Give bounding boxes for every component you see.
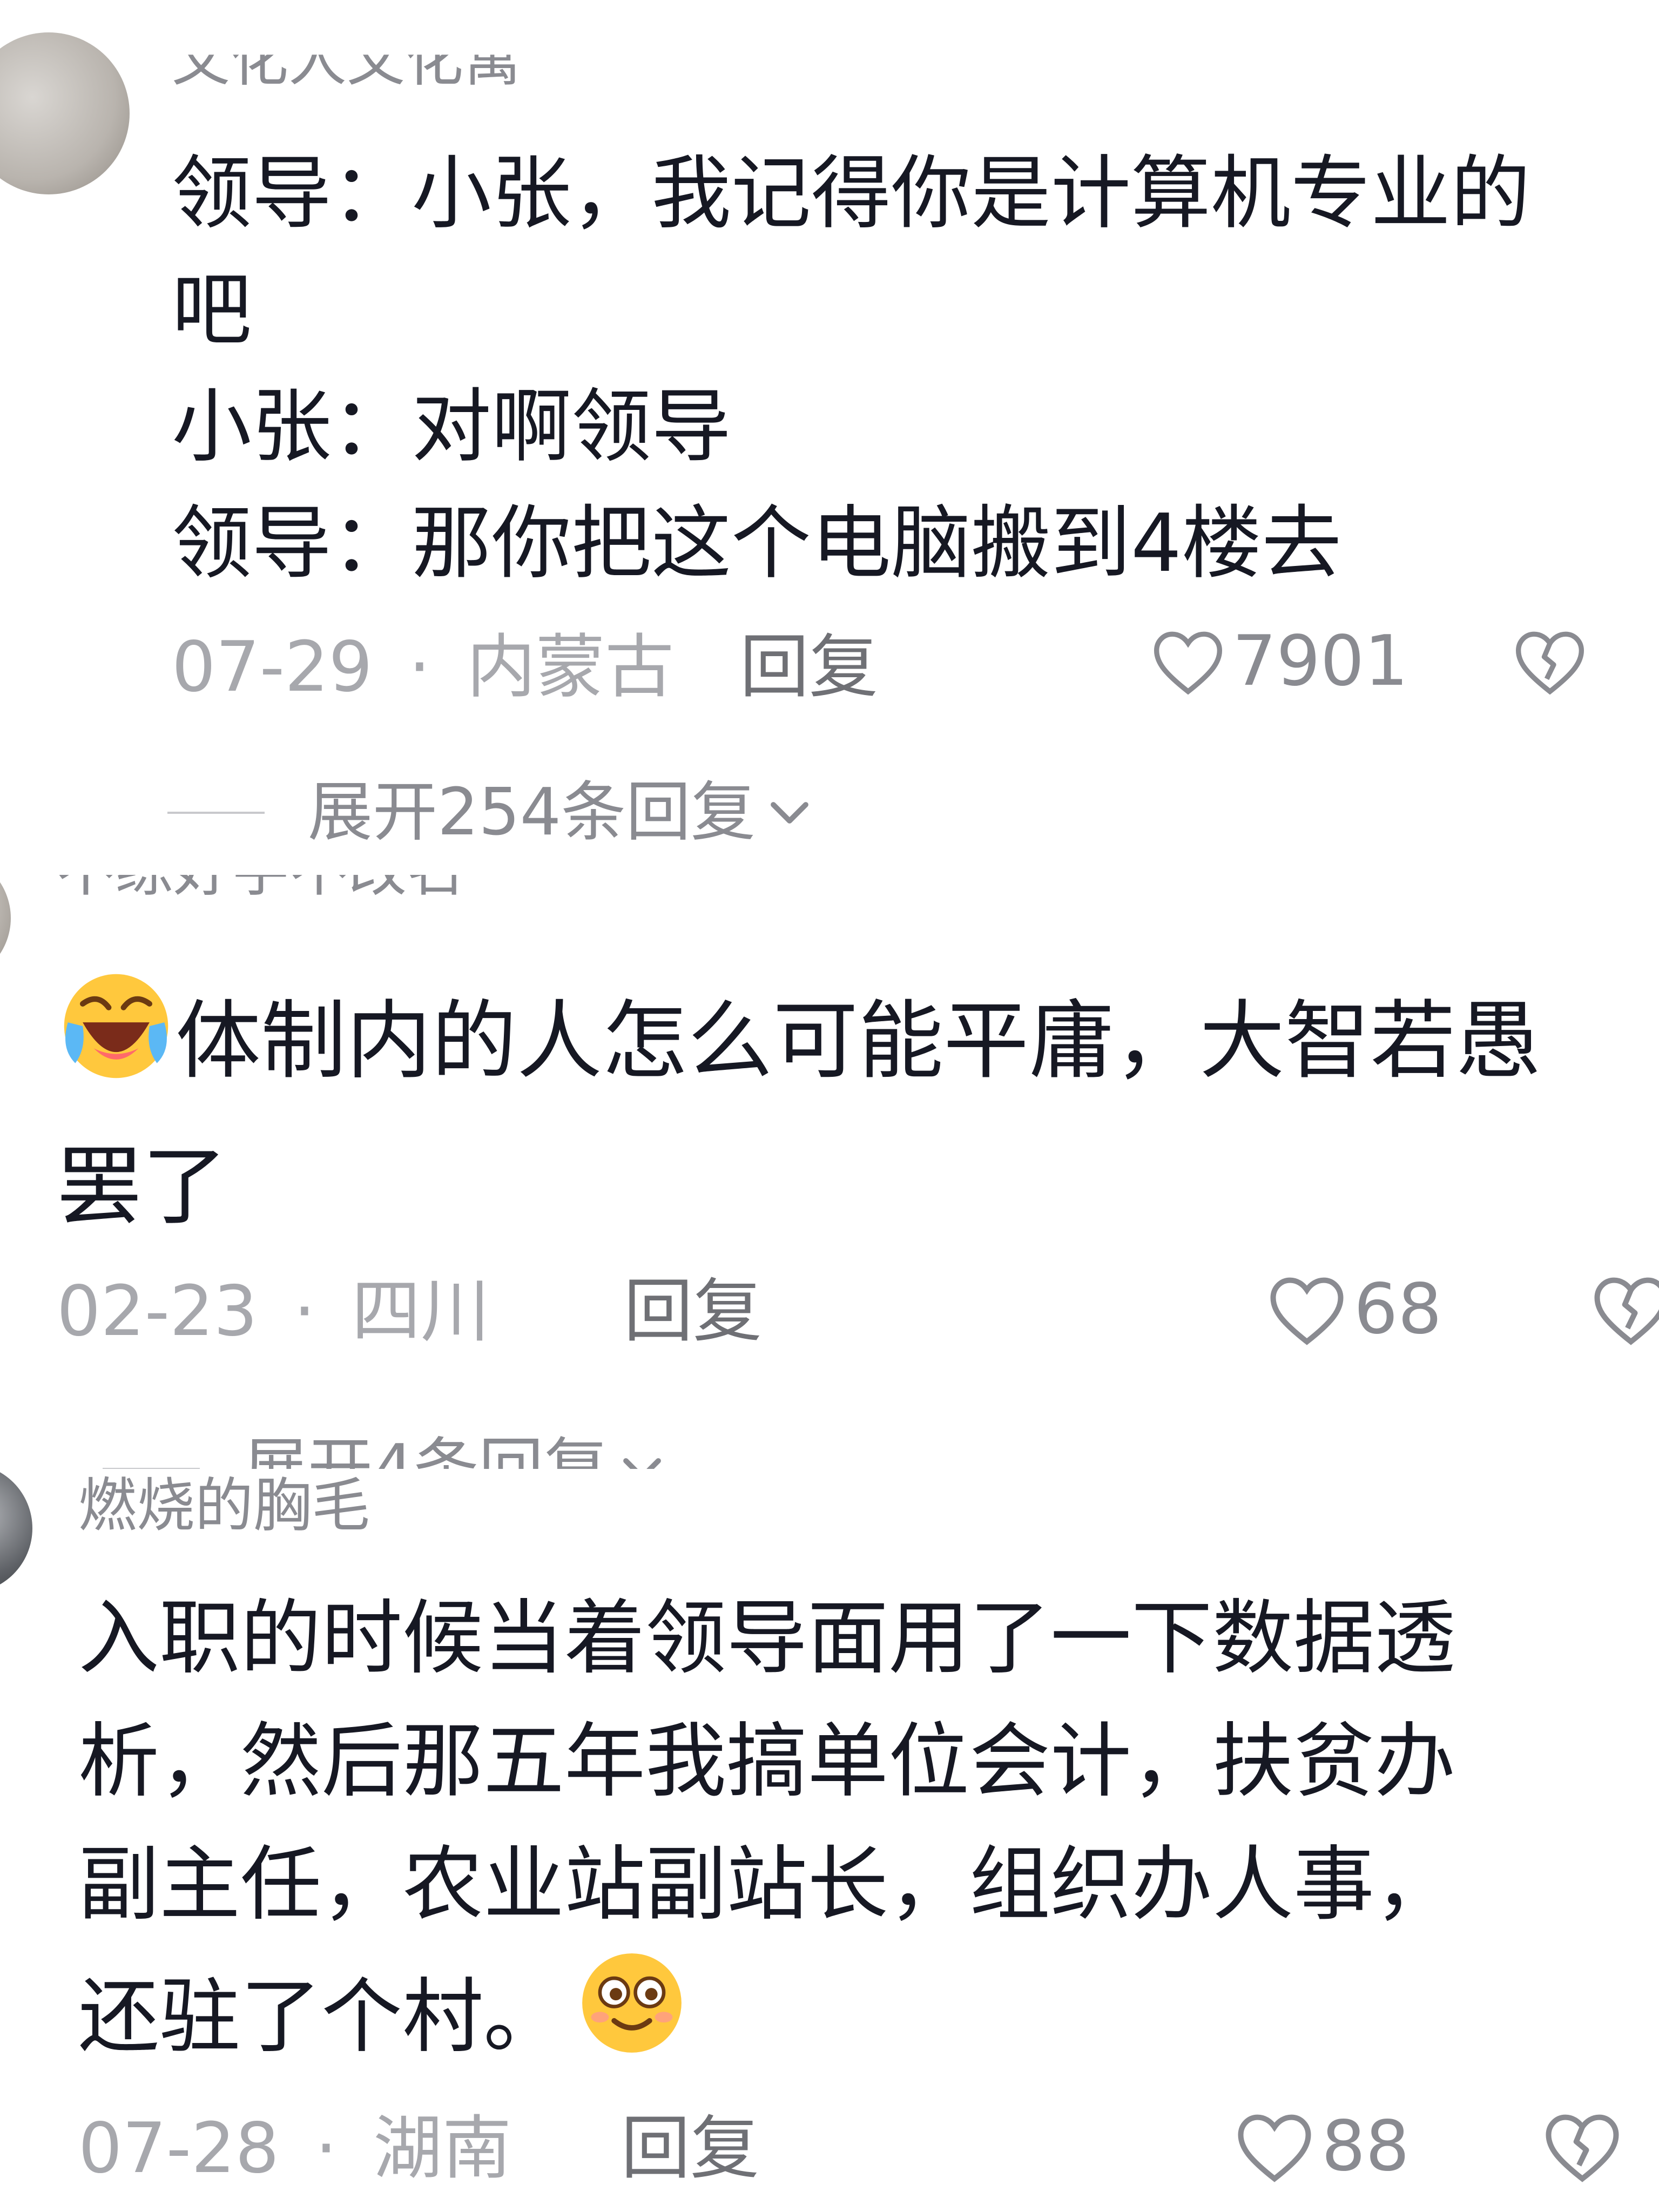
comment-line: 还驻了个村。 [78,1946,1455,2079]
comment-meta: 07-29 · 内蒙古 [172,633,674,702]
comment-line: 领导：小张，我记得你是计算机专业的 [172,147,1530,240]
comment-line: 小张：对啊领导 [172,380,731,473]
chevron-down-icon [771,802,808,824]
dislike-button[interactable] [1542,2109,1623,2187]
like-button[interactable]: 7901 [1150,626,1408,697]
broken-heart-icon [1546,2114,1619,2182]
like-button[interactable]: 88 [1234,2109,1410,2184]
chevron-down-icon [623,1458,662,1469]
comment-location: 四川 [352,1271,490,1352]
comment-line: 体制内的人怎么可能平庸，大智若愚 [57,967,1541,1114]
comment-text: 领导：小张，我记得你是计算机专业的 吧 小张：对啊领导 领导：那你把这个电脑搬到… [172,135,1530,602]
heart-outline-icon [1238,2114,1311,2182]
expand-replies-button[interactable]: 展开254条回复 [167,780,814,845]
comment-location: 湖南 [373,2108,512,2189]
comment-date: 02-23 [57,1271,258,1352]
comment-line: 罢了 [57,1137,227,1237]
expand-divider [167,812,265,814]
heart-outline-icon [1270,1277,1344,1345]
comment-item: 燃烧的胸毛 入职的时候当着领导面用了一下数据透 析，然后那五年我搞单位会计，扶贫… [0,1469,1659,2212]
comment-line: 领导：那你把这个电脑搬到4楼去 [172,497,1342,590]
laughing-crying-emoji [64,974,168,1078]
comment-meta: 07-28 · 湖南 [78,2114,511,2183]
meta-separator: · [315,2108,338,2189]
broken-heart-icon [1515,631,1584,695]
comment-date: 07-28 [78,2108,279,2189]
meta-separator: · [293,1271,316,1352]
comment-username[interactable]: 燃烧的胸毛 [78,1477,370,1535]
comment-username[interactable]: 不练好字不改名 [57,875,465,900]
comment-text: 体制内的人怎么可能平庸，大智若愚 罢了 [57,967,1541,1260]
smiling-face-emoji [582,1953,682,2053]
avatar[interactable] [0,1469,32,1593]
comment-text: 入职的时候当着领导面用了一下数据透 析，然后那五年我搞单位会计，扶贫办 副主任，… [78,1577,1455,2079]
broken-heart-icon [1594,1277,1659,1345]
reply-button[interactable]: 回复 [621,2114,759,2183]
comment-item: 不练好字不改名 体制内的人怎么可能平庸，大智若愚 罢了 02-23 · 四川 回… [0,875,1659,1469]
dislike-button[interactable] [1590,1272,1659,1350]
avatar[interactable] [0,32,130,194]
avatar[interactable] [0,875,11,983]
heart-outline-icon [1154,631,1223,695]
expand-label: 展开254条回复 [308,775,756,850]
dislike-button[interactable] [1512,626,1588,699]
reply-button[interactable]: 回复 [624,1277,762,1346]
like-count: 88 [1321,2106,1410,2187]
meta-separator: · [408,627,431,707]
reply-button[interactable]: 回复 [740,633,878,702]
comment-line: 入职的时候当着领导面用了一下数据透 [78,1591,1456,1685]
like-count: 68 [1354,1269,1442,1350]
comment-date: 07-29 [172,627,373,707]
comment-line-text: 体制内的人怎么可能平庸，大智若愚 [176,992,1541,1091]
like-button[interactable]: 68 [1266,1272,1442,1347]
comment-location: 内蒙古 [467,627,675,707]
comment-username[interactable]: 文化人文化寓 [172,55,522,90]
comment-line-text: 还驻了个村。 [78,1970,565,2064]
comment-meta: 02-23 · 四川 [57,1277,490,1346]
like-count: 7901 [1232,621,1408,702]
expand-label: 展开4条回复 [243,1431,609,1469]
comment-line: 析，然后那五年我搞单位会计，扶贫办 [78,1715,1456,1809]
comment-line: 副主任，农业站副站长，组织办人事， [78,1838,1456,1932]
expand-replies-button[interactable]: 展开4条回复 [103,1437,666,1469]
comment-item: 文化人文化寓 领导：小张，我记得你是计算机专业的 吧 小张：对啊领导 领导：那你… [0,0,1659,875]
comment-line: 吧 [172,264,252,356]
